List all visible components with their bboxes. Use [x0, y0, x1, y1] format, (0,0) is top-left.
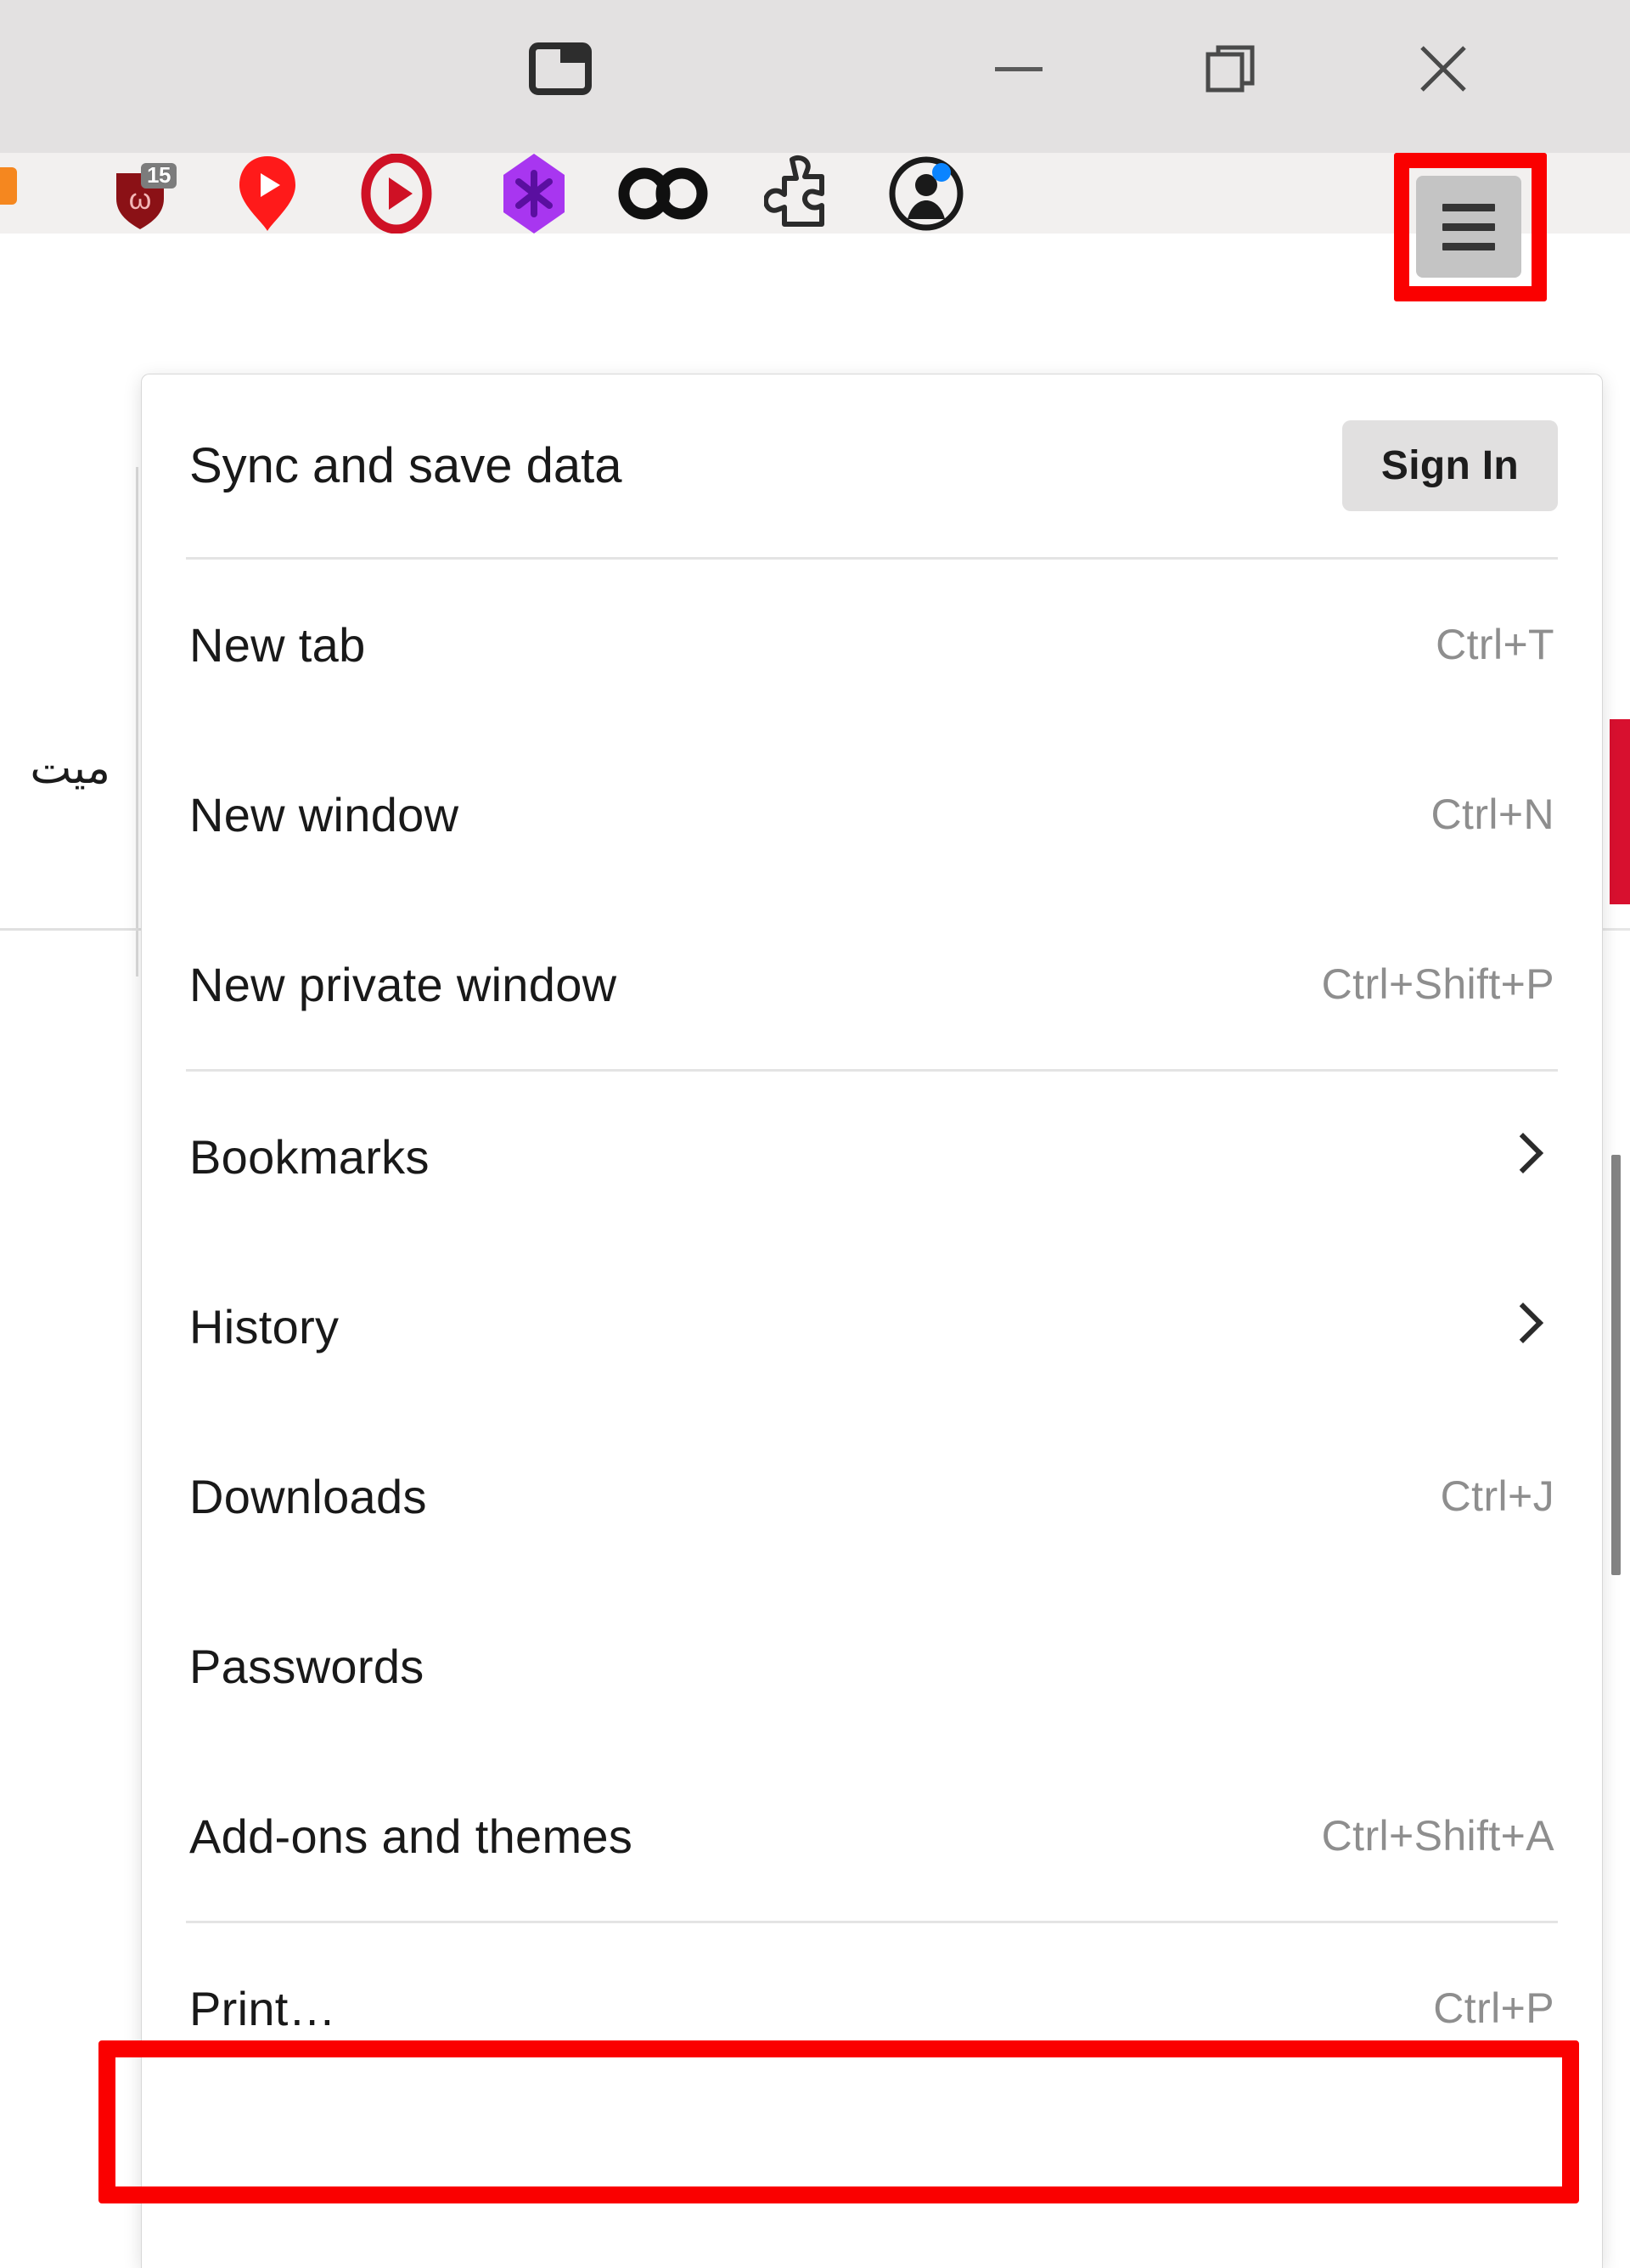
shield-badge-count: 15: [141, 163, 177, 189]
content-divider-left: [136, 467, 138, 976]
account-notification-dot: [932, 163, 951, 182]
menu-item-new-tab[interactable]: New tab Ctrl+T: [142, 560, 1602, 729]
browser-window: ميت ω 15 Sync and save data Sign In New …: [0, 0, 1630, 2268]
minimize-icon[interactable]: [968, 22, 1070, 115]
restore-window-icon[interactable]: [1180, 22, 1282, 115]
application-menu-panel: Sync and save data Sign In New tab Ctrl+…: [141, 374, 1603, 2268]
menu-item-shortcut: Ctrl+J: [1440, 1472, 1554, 1520]
menu-item-label: New private window: [189, 957, 617, 1011]
hamburger-bar-3: [1442, 242, 1495, 250]
purple-hex-extension-icon[interactable]: [487, 153, 581, 234]
close-window-icon[interactable]: [1392, 22, 1494, 115]
account-avatar-icon[interactable]: [880, 153, 973, 234]
menu-item-label: New window: [189, 787, 459, 841]
menu-item-label: Downloads: [189, 1469, 427, 1523]
menu-sync-row[interactable]: Sync and save data Sign In: [142, 374, 1602, 557]
menu-item-shortcut: Ctrl+Shift+A: [1321, 1812, 1554, 1860]
menu-item-shortcut: Ctrl+T: [1436, 621, 1554, 668]
menu-item-downloads[interactable]: Downloads Ctrl+J: [142, 1411, 1602, 1581]
menu-item-label: Passwords: [189, 1639, 424, 1693]
menu-item-passwords[interactable]: Passwords: [142, 1581, 1602, 1751]
title-bar: [0, 0, 1630, 153]
hamburger-bar-2: [1442, 222, 1495, 231]
chevron-right-icon: [1504, 1137, 1543, 1176]
orange-extension-icon[interactable]: [0, 153, 41, 234]
infinity-extension-icon[interactable]: [616, 153, 710, 234]
menu-item-label: New tab: [189, 617, 366, 672]
page-red-accent-block: [1610, 719, 1630, 904]
menu-item-shortcut: Ctrl+N: [1430, 791, 1554, 838]
list-all-tabs-icon[interactable]: [509, 22, 611, 115]
menu-item-new-window[interactable]: New window Ctrl+N: [142, 729, 1602, 899]
menu-item-addons-and-themes[interactable]: Add-ons and themes Ctrl+Shift+A: [142, 1751, 1602, 1921]
menu-item-label: Bookmarks: [189, 1129, 430, 1184]
menu-item-shortcut: Ctrl+P: [1433, 1984, 1554, 2032]
open-application-menu[interactable]: [1416, 176, 1521, 278]
menu-item-bookmarks[interactable]: Bookmarks: [142, 1072, 1602, 1241]
content-rule-left: [0, 928, 141, 931]
menu-item-print[interactable]: Print… Ctrl+P: [142, 1923, 1602, 2093]
shield-extension-icon[interactable]: ω 15: [93, 153, 187, 234]
sync-and-save-data-label: Sync and save data: [189, 438, 622, 493]
browser-toolbar: ω 15: [0, 153, 1630, 234]
page-scrollbar-thumb[interactable]: [1611, 1155, 1621, 1575]
menu-item-label: Print…: [189, 1981, 336, 2035]
puzzle-piece-icon[interactable]: [752, 153, 846, 234]
video-download-pin-icon[interactable]: [221, 153, 314, 234]
sign-in-button[interactable]: Sign In: [1341, 420, 1558, 511]
menu-item-shortcut: Ctrl+Shift+P: [1321, 960, 1554, 1008]
chevron-right-icon: [1504, 1307, 1543, 1346]
video-play-circle-icon[interactable]: [350, 153, 443, 234]
menu-item-label: Add-ons and themes: [189, 1809, 633, 1863]
page-arabic-text: ميت: [30, 744, 110, 793]
menu-item-label: History: [189, 1299, 340, 1353]
menu-item-new-private-window[interactable]: New private window Ctrl+Shift+P: [142, 899, 1602, 1069]
menu-item-history[interactable]: History: [142, 1241, 1602, 1411]
hamburger-bar-1: [1442, 203, 1495, 211]
